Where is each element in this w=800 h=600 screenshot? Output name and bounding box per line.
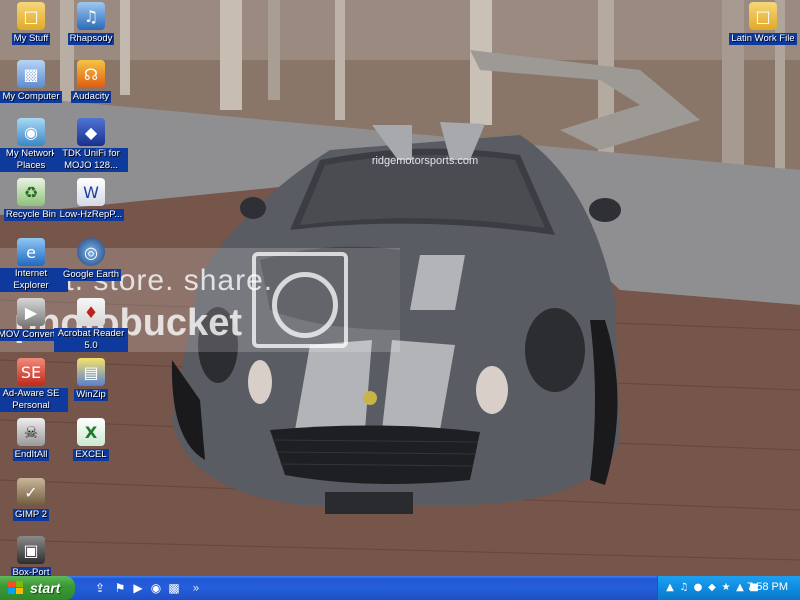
update-icon[interactable]: ★ — [720, 581, 732, 593]
quick-launch-chevron-icon[interactable]: » — [188, 580, 204, 596]
show-desktop-icon[interactable]: ⇪ — [92, 580, 108, 596]
skull-icon: ☠ — [17, 418, 45, 446]
box-port-icon: ▣ — [17, 536, 45, 564]
desktop-icon-rhapsody[interactable]: ♫ Rhapsody — [54, 2, 128, 45]
desktop-icon-latin-work-file[interactable]: □ Latin Work File — [726, 2, 800, 45]
desktop-icon-box-port[interactable]: ▣ Box-Port — [0, 536, 68, 579]
desktop-icon-audacity[interactable]: ☊ Audacity — [54, 60, 128, 103]
taskbar: start ⇪ ⚑ ▶ ◉ ▩ » ▲ ♫ ● ◆ ★ ▲ ■ 7:58 PM — [0, 576, 800, 600]
desktop-icon-label: Latin Work File — [729, 33, 797, 45]
desktop-icon-low-hz-report[interactable]: W Low-HzRepP... — [54, 178, 128, 221]
folder-icon: □ — [749, 2, 777, 30]
acrobat-icon: ♦ — [77, 298, 105, 326]
watermark-logo-icon — [252, 252, 348, 348]
windshield-banner-text: ridgemotorsports.com — [372, 155, 478, 167]
desktop-icon-label: Acrobat Reader 5.0 — [54, 328, 128, 352]
network-places-icon: ◉ — [17, 118, 45, 146]
desktop-icon-label: GIMP 2 — [12, 509, 50, 521]
taskbar-clock[interactable]: 7:58 PM — [747, 581, 788, 593]
desktop-icon-label: Low-HzRepP... — [57, 209, 125, 221]
security-icon[interactable]: ● — [692, 581, 704, 593]
desktop-icon-label: My Computer — [0, 91, 62, 103]
recycle-bin-icon: ♻ — [17, 178, 45, 206]
media-icon[interactable]: ▶ — [130, 580, 146, 596]
audacity-icon: ☊ — [77, 60, 105, 88]
desktop-icon-excel[interactable]: X EXCEL — [54, 418, 128, 461]
desktop-icon-label: Audacity — [70, 91, 112, 103]
internet-explorer-icon: e — [17, 238, 45, 266]
mov-converter-icon: ▶ — [17, 298, 45, 326]
desktop-icon-gimp[interactable]: ✓ GIMP 2 — [0, 478, 68, 521]
runner-icon[interactable]: ⚑ — [112, 580, 128, 596]
system-tray: ▲ ♫ ● ◆ ★ ▲ ■ 7:58 PM — [657, 576, 800, 600]
desktop-icon-label: EXCEL — [73, 449, 109, 461]
desktop-icon-label: EndItAll — [12, 449, 50, 461]
bluetooth-icon[interactable]: ▲ — [734, 581, 746, 593]
browser-icon[interactable]: ◉ — [148, 580, 164, 596]
folder-icon: □ — [17, 2, 45, 30]
excel-icon: X — [77, 418, 105, 446]
volume-icon[interactable]: ♫ — [678, 581, 690, 593]
desktop-icon-tdk-unifi[interactable]: ◆ TDK UniFi for MOJO 128... — [54, 118, 128, 172]
desktop-icon-label: My Stuff — [11, 33, 51, 45]
desktop-icon-label: WinZip — [74, 389, 108, 401]
computer-icon: ▩ — [17, 60, 45, 88]
desktop-icon-label: Recycle Bin — [3, 209, 59, 221]
desktop-icon-label: Google Earth — [61, 269, 121, 281]
word-document-icon: W — [77, 178, 105, 206]
desktop-icon-winzip[interactable]: ▤ WinZip — [54, 358, 128, 401]
google-earth-icon: ◎ — [77, 238, 105, 266]
gimp-icon: ✓ — [17, 478, 45, 506]
tdk-icon: ◆ — [77, 118, 105, 146]
start-button[interactable]: start — [0, 576, 75, 600]
messenger-icon[interactable]: ▩ — [166, 580, 182, 596]
start-label: start — [30, 580, 61, 596]
desktop-icon-acrobat-reader[interactable]: ♦ Acrobat Reader 5.0 — [54, 298, 128, 352]
winzip-icon: ▤ — [77, 358, 105, 386]
desktop-icon-google-earth[interactable]: ◎ Google Earth — [54, 238, 128, 281]
ad-aware-icon: SE — [17, 358, 45, 386]
rhapsody-icon: ♫ — [77, 2, 105, 30]
network-icon[interactable]: ▲ — [664, 581, 676, 593]
desktop-icon-label: TDK UniFi for MOJO 128... — [54, 148, 128, 172]
antivirus-icon[interactable]: ◆ — [706, 581, 718, 593]
desktop-icon-label: Rhapsody — [67, 33, 115, 45]
windows-logo-icon — [8, 581, 24, 595]
